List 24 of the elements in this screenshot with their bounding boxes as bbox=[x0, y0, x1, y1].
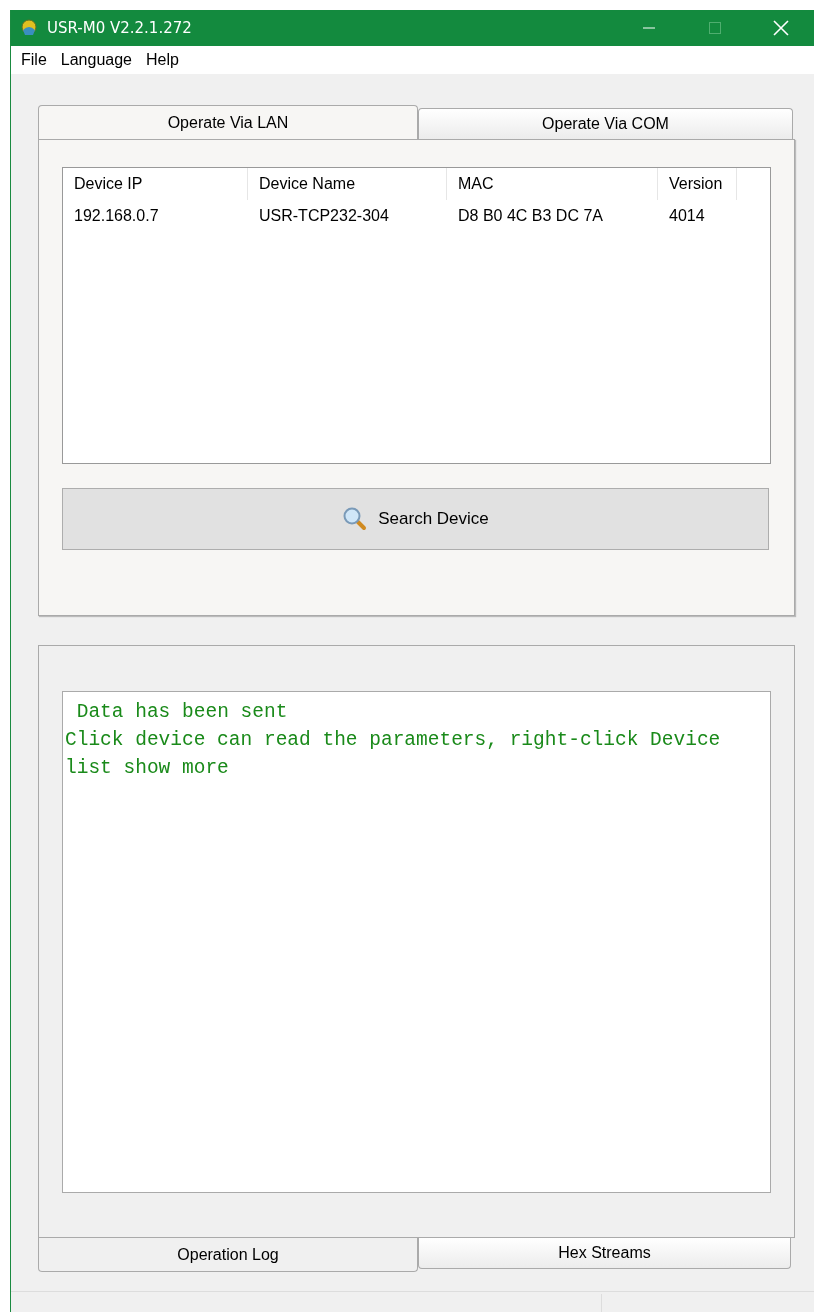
table-cell-text: 192.168.0.7 bbox=[73, 207, 160, 225]
column-header[interactable]: MAC bbox=[447, 168, 658, 200]
column-header[interactable]: Device IP bbox=[63, 168, 248, 200]
tab[interactable]: Operation Log bbox=[38, 1238, 418, 1272]
close-icon bbox=[773, 20, 789, 36]
tab[interactable]: Operate Via LAN bbox=[38, 105, 418, 139]
table-cell-text: 4014 bbox=[668, 207, 706, 225]
search-icon bbox=[342, 506, 369, 532]
table-cell-text: USR-TCP232-304 bbox=[258, 207, 390, 225]
tab[interactable]: Operate Via COM bbox=[418, 108, 793, 139]
log-line: Data has been sent bbox=[75, 700, 289, 725]
menu-item[interactable]: File bbox=[15, 51, 53, 69]
table-cell-text: D8 B0 4C B3 DC 7A bbox=[457, 207, 604, 225]
column-header[interactable]: Device Name bbox=[248, 168, 447, 200]
log-line: Click device can read the parameters, right-click Device list show more bbox=[65, 728, 722, 781]
maximize-icon bbox=[708, 21, 722, 35]
window-title: USR-M0 V2.2.1.272 bbox=[47, 19, 192, 37]
column-header[interactable]: Version bbox=[658, 168, 737, 200]
menu-item[interactable]: Language bbox=[54, 51, 138, 69]
app-logo-icon bbox=[19, 18, 39, 38]
menu-item[interactable]: Help bbox=[139, 51, 185, 69]
minimize-icon bbox=[642, 27, 656, 29]
tab[interactable]: Hex Streams bbox=[418, 1238, 791, 1269]
search-device-button[interactable]: Search Device bbox=[62, 488, 769, 550]
